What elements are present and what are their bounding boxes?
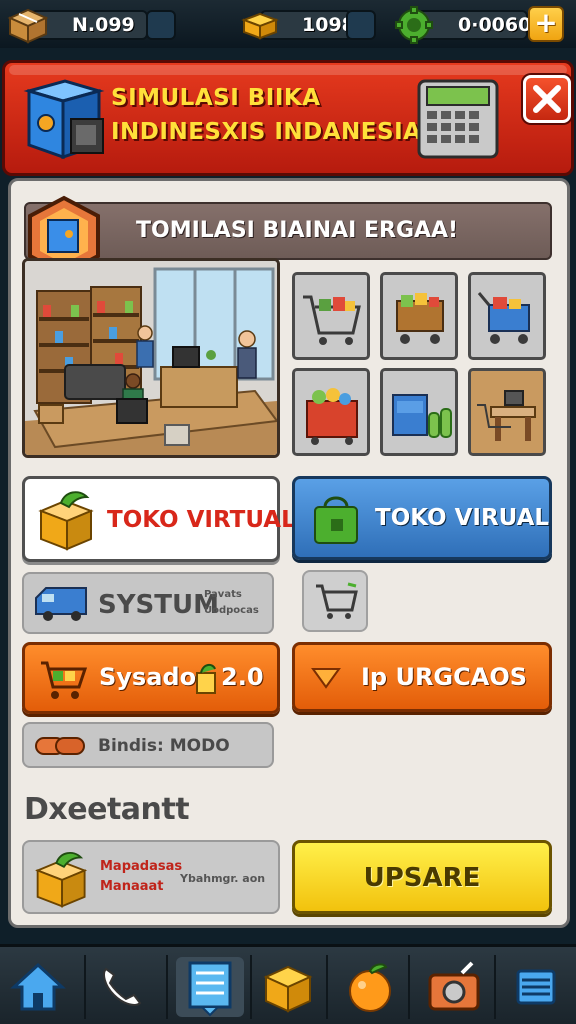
safe-box-icon xyxy=(23,79,105,160)
upgrade-label: UPSARE xyxy=(363,863,481,893)
upgrades-button[interactable]: Ip URGCAOS xyxy=(292,642,552,712)
upgrade-button[interactable]: UPSARE xyxy=(292,840,552,914)
close-button[interactable] xyxy=(523,75,571,123)
add-currency-button[interactable]: + xyxy=(528,6,564,42)
nav-separator xyxy=(250,955,252,1019)
game-title: SIMULASI BIIKA INDINESXIS INDANESIA xyxy=(111,81,422,149)
calculator-icon xyxy=(417,79,499,159)
sysado-label: Sysado, xyxy=(99,663,206,691)
gift-package-icon xyxy=(35,851,88,908)
resource-gold-slot[interactable] xyxy=(346,10,376,40)
package-icon xyxy=(38,491,94,551)
nav-fruit[interactable] xyxy=(340,957,400,1017)
item-tile-shopping-cart[interactable] xyxy=(292,272,370,360)
coin-stack-icon xyxy=(196,663,216,694)
nav-separator xyxy=(84,955,86,1019)
mapedasas-button[interactable]: Mapadasas Manaaat Ybahmgr. aon xyxy=(22,840,280,914)
toko-virtual-label: TOKO VIRTUAL xyxy=(107,507,296,533)
nav-camera[interactable] xyxy=(424,957,484,1017)
toko-virual-label: TOKO VIRUAL xyxy=(375,505,550,531)
gear-coin-icon xyxy=(395,6,433,44)
resource-gear: 0·0060 xyxy=(394,6,531,44)
item-tile-desk[interactable] xyxy=(468,368,546,456)
market-cart-icon xyxy=(396,293,444,344)
trolley-icon xyxy=(477,292,530,344)
list-card-icon xyxy=(188,961,232,1017)
item-tile-market-cart[interactable] xyxy=(380,272,458,360)
gold-box-icon xyxy=(241,12,279,40)
shopping-cart-icon xyxy=(303,295,361,345)
bottom-navigation xyxy=(0,944,576,1024)
item-tile-fruit-stand[interactable] xyxy=(292,368,370,456)
system-sub-1: Pavats xyxy=(204,589,242,600)
nav-separator xyxy=(494,955,496,1019)
banner-title: TOMILASI BIAINAI ERGAA! xyxy=(136,218,459,243)
nav-menu[interactable] xyxy=(506,957,566,1017)
box-icon xyxy=(263,965,313,1013)
close-icon xyxy=(533,85,561,113)
mapedasas-line-1: Mapadasas xyxy=(100,859,183,874)
office-scene-illustration xyxy=(25,261,277,455)
cabinet-icon xyxy=(392,394,452,438)
fruit-stand-icon xyxy=(306,388,358,445)
crate-icon xyxy=(7,8,49,44)
binds-button[interactable]: Bindis: MODO xyxy=(22,722,274,768)
arrow-down-icon xyxy=(311,668,341,689)
game-title-line-1: SIMULASI BIIKA xyxy=(111,85,321,111)
nav-phone[interactable] xyxy=(92,957,152,1017)
camera-icon xyxy=(428,961,480,1011)
nav-home[interactable] xyxy=(8,957,68,1017)
nav-separator xyxy=(326,955,328,1019)
section-heading: Dxeetantt xyxy=(24,792,190,827)
resource-crate: N.099 xyxy=(6,6,176,44)
home-icon xyxy=(10,962,66,1011)
system-button[interactable]: SYSTUM Pavats Uodpocas xyxy=(22,572,274,634)
shopping-bag-icon xyxy=(314,496,358,544)
sysado-button[interactable]: Sysado, 2.0 xyxy=(22,642,280,714)
nav-separator xyxy=(166,955,168,1019)
sysado-value: 2.0 xyxy=(221,663,264,691)
truck-icon xyxy=(35,587,87,621)
cart-icon xyxy=(316,582,358,619)
resource-bar: N.099 1098 0·0060 + xyxy=(0,0,576,48)
upgrades-label: Ip URGCAOS xyxy=(361,663,528,691)
nav-box[interactable] xyxy=(258,957,318,1017)
game-title-line-2: INDINESXIS INDANESIA xyxy=(111,119,422,145)
resource-gold: 1098 xyxy=(240,6,380,42)
cart-slot-button[interactable] xyxy=(302,570,368,632)
chain-link-icon xyxy=(35,737,85,755)
toko-virtual-button-secondary[interactable]: TOKO VIRUAL xyxy=(292,476,552,560)
phone-icon xyxy=(103,967,142,1006)
fruit-icon xyxy=(349,963,391,1012)
binds-label: Bindis: MODO xyxy=(98,736,230,756)
menu-icon xyxy=(516,969,556,1005)
mapedasas-line-2: Manaaat xyxy=(100,879,164,894)
system-label: SYSTUM xyxy=(98,590,219,620)
resource-crate-slot[interactable] xyxy=(146,10,176,40)
toko-virtual-button-primary[interactable]: TOKO VIRTUAL xyxy=(22,476,296,562)
mapedasas-side: Ybahmgr. aon xyxy=(180,872,266,885)
office-scene-image xyxy=(22,258,280,458)
item-tile-cabinet[interactable] xyxy=(380,368,458,456)
system-sub-2: Uodpocas xyxy=(204,605,259,616)
cart-upgrade-icon xyxy=(41,661,88,699)
desk-icon xyxy=(477,390,536,441)
nav-separator xyxy=(408,955,410,1019)
title-header: SIMULASI BIIKA INDINESXIS INDANESIA xyxy=(2,60,574,176)
nav-list[interactable] xyxy=(176,957,244,1017)
item-tile-trolley[interactable] xyxy=(468,272,546,360)
